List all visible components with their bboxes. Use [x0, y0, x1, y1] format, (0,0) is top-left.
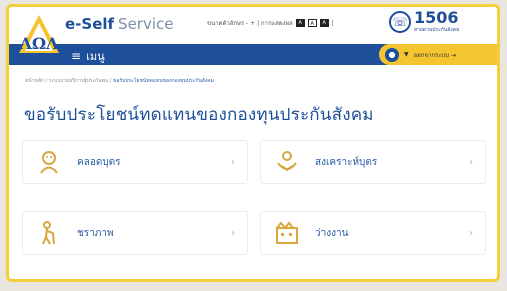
sso-logo[interactable]: ΛΩΛ	[17, 13, 61, 69]
card-label: คลอดบุตร	[77, 156, 121, 168]
hamburger-icon: ≡	[71, 49, 82, 63]
baby-icon	[35, 148, 63, 176]
page-title: ขอรับประโยชน์ทดแทนของกองทุนประกันสังคม	[24, 105, 374, 125]
user-area: ● ▼ ออกจากระบบ ⇥	[379, 44, 497, 65]
phone-icon: ☏	[389, 11, 411, 33]
contrast-yellow-toggle[interactable]: A	[319, 19, 329, 27]
menu-label: เมนู	[86, 50, 105, 63]
hotline-sub: สายด่วนประกันสังคม	[414, 27, 460, 33]
chevron-right-icon: ›	[469, 156, 473, 168]
card-maternity[interactable]: คลอดบุตร ›	[22, 140, 248, 184]
display-settings: ขนาดตัวอักษร - + | การแสดงผล A A A |	[207, 18, 334, 28]
top-bar: ΛΩΛ e-Self Service ขนาดตัวอักษร - + | การ…	[9, 7, 497, 63]
breadcrumb-section[interactable]: ระบบงานบริการผู้ประกันตน	[49, 78, 108, 84]
card-label: ว่างงาน	[315, 227, 349, 239]
child-allowance-icon	[273, 148, 301, 176]
logout-label: ออกจากระบบ	[413, 51, 450, 59]
text-size-label: ขนาดตัวอักษร - + | การแสดงผล	[207, 20, 293, 27]
card-child-allowance[interactable]: สงเคราะห์บุตร ›	[260, 140, 486, 184]
contrast-dark-toggle[interactable]: A	[295, 19, 305, 27]
nav-bar: ≡ เมนู ● ▼ ออกจากระบบ ⇥	[9, 44, 497, 65]
logout-button[interactable]: ออกจากระบบ ⇥	[414, 50, 456, 60]
hotline: ☏ 1506 สายด่วนประกันสังคม	[389, 10, 459, 34]
app-window: ΛΩΛ e-Self Service ขนาดตัวอักษร - + | การ…	[6, 4, 500, 282]
divider: |	[331, 19, 334, 27]
chevron-right-icon: ›	[231, 227, 235, 239]
card-label: สงเคราะห์บุตร	[315, 156, 378, 168]
brand-name: e-Self	[65, 15, 115, 33]
brand-service: Service	[118, 15, 174, 33]
brand-title: e-Self Service	[65, 15, 173, 33]
breadcrumb: หน้าหลัก / ระบบงานบริการผู้ประกันตน / ขอ…	[25, 78, 214, 84]
card-old-age[interactable]: ชราภาพ ›	[22, 211, 248, 255]
contrast-light-toggle[interactable]: A	[307, 19, 317, 27]
chevron-right-icon: ›	[231, 156, 235, 168]
elderly-icon	[35, 219, 63, 247]
user-avatar-icon[interactable]: ●	[385, 47, 399, 62]
breadcrumb-current: ขอรับประโยชน์ทดแทนของกองทุนประกันสังคม	[113, 78, 214, 84]
hotline-number: 1506	[414, 8, 459, 27]
chevron-down-icon[interactable]: ▼	[404, 51, 409, 58]
menu-button[interactable]: ≡ เมนู	[71, 47, 105, 65]
breadcrumb-home[interactable]: หน้าหลัก	[25, 78, 44, 84]
card-label: ชราภาพ	[77, 227, 114, 239]
card-unemployment[interactable]: ว่างงาน ›	[260, 211, 486, 255]
svg-text:ΛΩΛ: ΛΩΛ	[18, 34, 59, 53]
unemployment-icon	[273, 219, 301, 247]
chevron-right-icon: ›	[469, 227, 473, 239]
